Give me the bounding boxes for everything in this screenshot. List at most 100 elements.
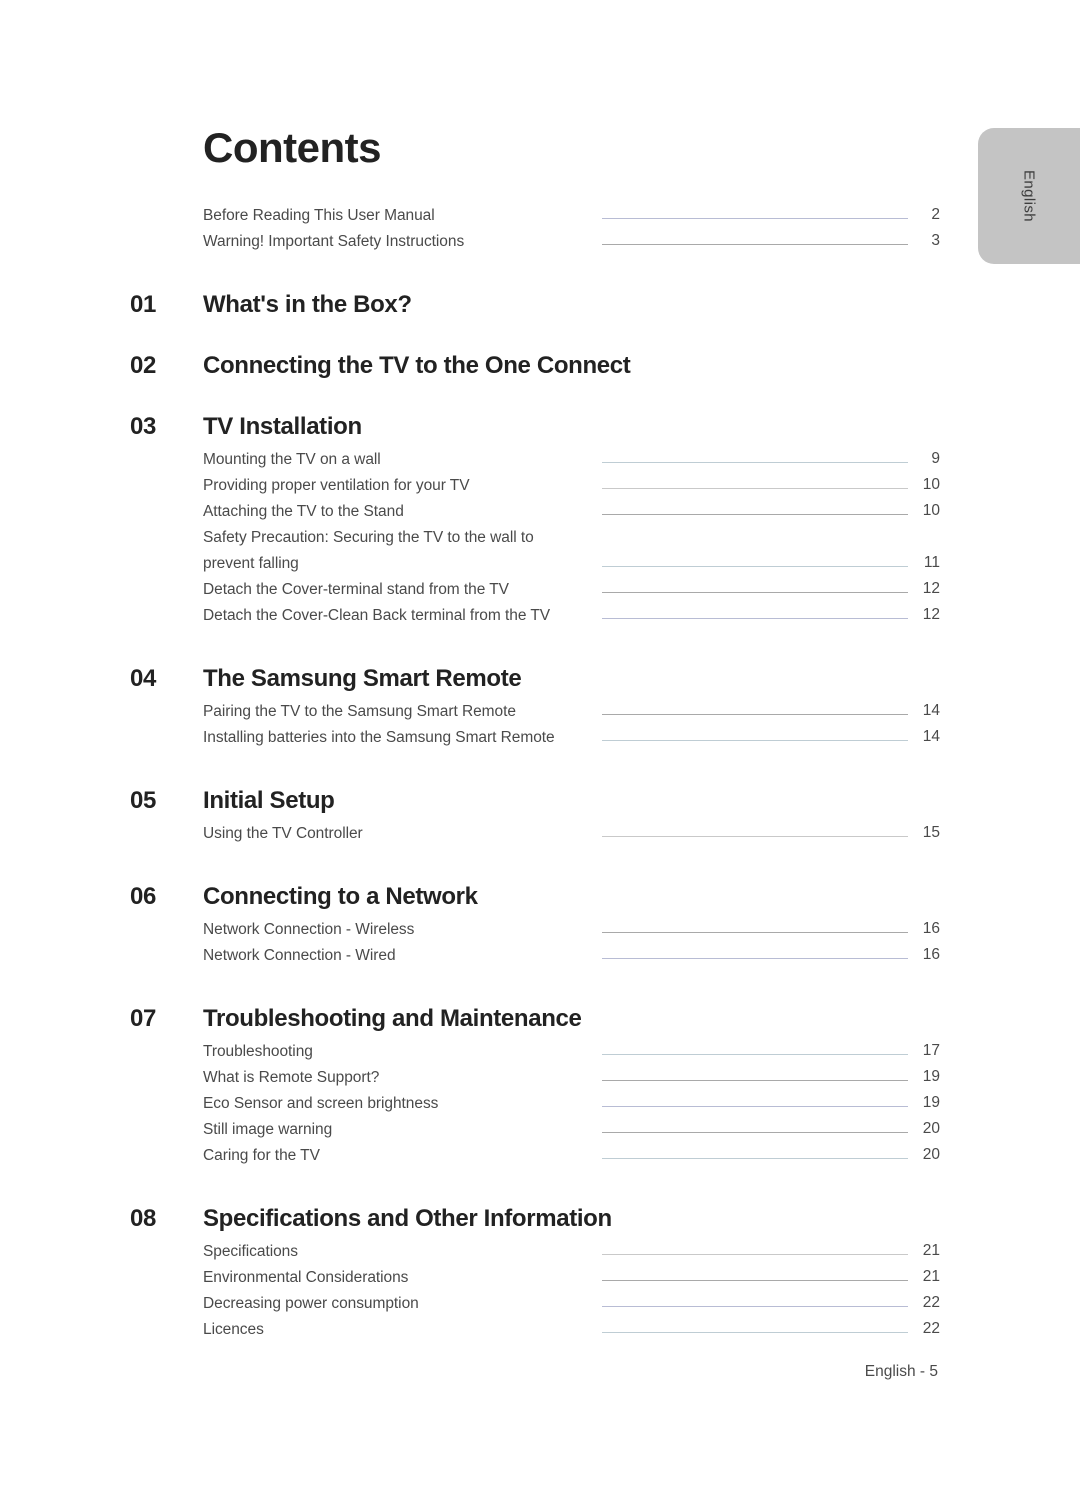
toc-section-number: 06 [130,883,157,910]
toc-section-title: TV Installation [203,413,362,440]
toc-entry[interactable]: prevent falling 11 [203,554,940,577]
toc-page-number: 3 [931,232,940,249]
toc-entry[interactable]: Mounting the TV on a wall 9 [203,450,940,473]
toc-page-number: 11 [923,554,940,571]
toc-entry-label: Safety Precaution: Securing the TV to th… [203,529,534,546]
toc-page-number: 19 [922,1094,940,1111]
toc-section-title: The Samsung Smart Remote [203,665,522,692]
toc-section-number: 01 [130,291,157,318]
toc-leader-line [602,462,908,463]
toc-entry[interactable]: Troubleshooting 17 [203,1042,940,1065]
language-tab: English [978,128,1080,264]
toc-page-number: 17 [922,1042,940,1059]
toc-entry-label: Detach the Cover-terminal stand from the… [203,581,509,598]
toc-page-number: 2 [931,206,940,223]
toc-entry-label: Still image warning [203,1121,333,1138]
toc-entry[interactable]: Detach the Cover-Clean Back terminal fro… [203,606,940,629]
toc-leader-line [602,958,908,959]
toc-leader-line [602,618,908,619]
toc-section[interactable]: 05 Initial Setup [130,787,940,814]
toc-entry[interactable]: Caring for the TV 20 [203,1146,940,1169]
toc-leader-line [602,244,908,245]
toc-page-number: 10 [922,502,940,519]
toc-section[interactable]: 03 TV Installation [130,413,940,440]
toc-section[interactable]: 07 Troubleshooting and Maintenance [130,1005,940,1032]
toc-entry[interactable]: Environmental Considerations 21 [203,1268,940,1291]
toc-entry[interactable]: Eco Sensor and screen brightness 19 [203,1094,940,1117]
toc-entry[interactable]: Providing proper ventilation for your TV… [203,476,940,499]
toc-page-number: 14 [922,702,940,719]
toc-page-number: 16 [922,920,940,937]
toc-entry[interactable]: Before Reading This User Manual 2 [203,206,940,229]
document-page: English Contents Before Reading This Use… [0,0,1080,1494]
toc-page-number: 16 [922,946,940,963]
toc-leader-line [602,218,908,219]
toc-section-title: What's in the Box? [203,291,412,318]
toc-leader-line [602,1054,908,1055]
toc-section-number: 02 [130,352,157,379]
toc-section[interactable]: 02 Connecting the TV to the One Connect [130,352,940,379]
page-footer: English - 5 [864,1363,938,1380]
toc-entry[interactable]: Network Connection - Wireless 16 [203,920,940,943]
toc-page-number: 21 [922,1242,940,1259]
toc-entry[interactable]: Attaching the TV to the Stand 10 [203,502,940,525]
language-tab-label: English [1020,170,1038,222]
toc-entry-label: Before Reading This User Manual [203,207,435,224]
toc-leader-line [602,836,908,837]
toc-leader-line [602,1280,908,1281]
toc-entry[interactable]: Network Connection - Wired 16 [203,946,940,969]
toc-section-number: 03 [130,413,157,440]
toc-entry-label: Licences [203,1321,264,1338]
toc-entry-label: Decreasing power consumption [203,1295,419,1312]
toc-page-number: 22 [922,1320,940,1337]
toc-entry-label: What is Remote Support? [203,1069,380,1086]
toc-page-number: 15 [922,824,940,841]
toc-page-number: 21 [922,1268,940,1285]
toc-leader-line [602,514,908,515]
toc-entry[interactable]: Detach the Cover-terminal stand from the… [203,580,940,603]
toc-page-number: 12 [922,606,940,623]
toc-leader-line [602,1080,908,1081]
toc-section[interactable]: 04 The Samsung Smart Remote [130,665,940,692]
toc-section-title: Initial Setup [203,787,335,814]
toc-entry[interactable]: Pairing the TV to the Samsung Smart Remo… [203,702,940,725]
toc-page-number: 20 [922,1146,940,1163]
toc-entry[interactable]: Decreasing power consumption 22 [203,1294,940,1317]
toc-section[interactable]: 01 What's in the Box? [130,291,940,318]
toc-entry-label: prevent falling [203,555,299,572]
toc-entry-label: Attaching the TV to the Stand [203,503,404,520]
toc-page-number: 10 [922,476,940,493]
toc-page-number: 14 [922,728,940,745]
toc-section[interactable]: 08 Specifications and Other Information [130,1205,940,1232]
toc-leader-line [602,932,908,933]
toc-leader-line [602,1132,908,1133]
toc-section-title: Connecting to a Network [203,883,478,910]
toc-entry-label: Network Connection - Wireless [203,921,415,938]
toc-leader-line [602,1306,908,1307]
toc-entry[interactable]: Still image warning 20 [203,1120,940,1143]
toc-leader-line [602,566,908,567]
toc-entry[interactable]: Specifications 21 [203,1242,940,1265]
toc-entry-label: Mounting the TV on a wall [203,451,381,468]
toc-page-number: 20 [922,1120,940,1137]
toc-section[interactable]: 06 Connecting to a Network [130,883,940,910]
toc-entry[interactable]: Warning! Important Safety Instructions 3 [203,232,940,255]
toc-section-number: 07 [130,1005,157,1032]
toc-entry[interactable]: Safety Precaution: Securing the TV to th… [203,529,940,551]
toc-page-number: 19 [922,1068,940,1085]
toc-leader-line [602,714,908,715]
toc-entry-label: Warning! Important Safety Instructions [203,233,465,250]
toc-entry[interactable]: Installing batteries into the Samsung Sm… [203,728,940,751]
toc-leader-line [602,488,908,489]
toc-entry[interactable]: What is Remote Support? 19 [203,1068,940,1091]
toc-page-number: 9 [931,450,940,467]
toc-leader-line [602,1254,908,1255]
toc-entry-label: Installing batteries into the Samsung Sm… [203,729,555,746]
toc-section-title: Specifications and Other Information [203,1205,612,1232]
toc-entry[interactable]: Using the TV Controller 15 [203,824,940,847]
toc-entry[interactable]: Licences 22 [203,1320,940,1343]
toc-leader-line [602,1158,908,1159]
toc-leader-line [602,740,908,741]
toc-entry-label: Caring for the TV [203,1147,320,1164]
toc-entry-label: Providing proper ventilation for your TV [203,477,470,494]
